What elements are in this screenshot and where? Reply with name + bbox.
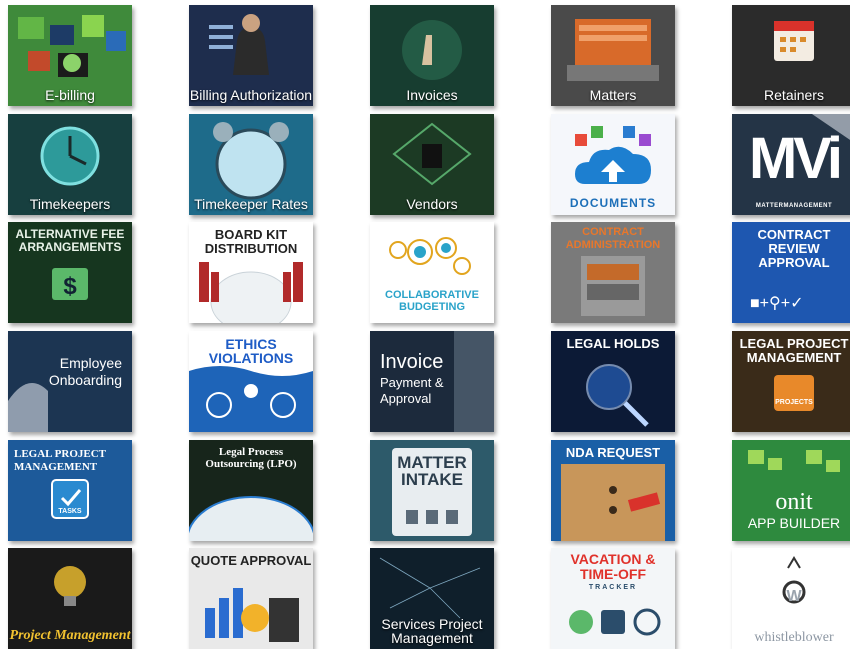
tile-contract-administration[interactable]: CONTRACT ADMINISTRATION xyxy=(551,222,675,323)
tile-caption: whistleblower xyxy=(754,630,834,645)
tile-caption: ETHICS VIOLATIONS xyxy=(208,336,294,366)
tile-quote-approval[interactable]: QUOTE APPROVAL xyxy=(189,548,313,649)
tile-caption: Employee Onboarding xyxy=(48,355,122,388)
tile-subcaption: APP BUILDER xyxy=(747,515,841,531)
tile-caption: BOARD KIT DISTRIBUTION xyxy=(204,227,298,256)
tile-vendors[interactable]: Vendors xyxy=(370,114,494,215)
tile-caption: NDA REQUEST xyxy=(565,445,661,460)
tile-logo: W xyxy=(786,588,802,605)
tile-timekeeper-rates[interactable]: Timekeeper Rates xyxy=(189,114,313,215)
tile-legal-process-outsourcing[interactable]: Legal Process Outsourcing (LPO) xyxy=(189,440,313,541)
tile-caption: Billing Authorization xyxy=(189,87,313,103)
tile-retainers[interactable]: Retainers xyxy=(732,5,850,106)
tile-subcaption: TRACKER xyxy=(588,584,638,591)
tile-caption: LEGAL PROJECT MANAGEMENT xyxy=(14,448,106,473)
tile-matter-intake[interactable]: MATTER INTAKE xyxy=(370,440,494,541)
tile-caption: MATTER INTAKE xyxy=(397,453,467,489)
tile-project-management[interactable]: Project Management xyxy=(8,548,132,649)
tile-caption: Invoices xyxy=(406,87,458,103)
tile-employee-onboarding[interactable]: Employee Onboarding xyxy=(8,331,132,432)
tile-caption: Services Project Management xyxy=(381,616,483,646)
tile-mattermanagement[interactable]: MATTERMANAGEMENT MVi xyxy=(732,114,850,215)
svg-text:$: $ xyxy=(63,273,77,300)
tile-caption: VACATION & TIME-OFF xyxy=(570,551,656,582)
tile-subcaption: Payment & Approval xyxy=(380,375,444,406)
tile-caption: Matters xyxy=(589,87,637,103)
tile-caption: QUOTE APPROVAL xyxy=(190,553,312,568)
tile-documents[interactable]: DOCUMENTS xyxy=(551,114,675,215)
tile-nda-request[interactable]: NDA REQUEST xyxy=(551,440,675,541)
tile-e-billing[interactable]: E-billing xyxy=(8,5,132,106)
tile-caption: Vendors xyxy=(406,196,458,212)
tile-caption: Retainers xyxy=(764,87,824,103)
tile-vacation-time-off-tracker[interactable]: VACATION & TIME-OFF TRACKER xyxy=(551,548,675,649)
tile-caption: Timekeepers xyxy=(29,196,111,212)
tile-caption: DOCUMENTS xyxy=(569,196,657,210)
tile-ethics-violations[interactable]: ETHICS VIOLATIONS xyxy=(189,331,313,432)
tile-onit-app-builder[interactable]: onit APP BUILDER xyxy=(732,440,850,541)
tile-contract-review-approval[interactable]: ■+⚲+✓ CONTRACT REVIEW APPROVAL xyxy=(732,222,850,323)
tile-logo: MVi xyxy=(748,126,843,191)
tile-caption: LEGAL HOLDS xyxy=(566,336,660,351)
tile-billing-authorization[interactable]: Billing Authorization xyxy=(189,5,313,106)
tile-board-kit-distribution[interactable]: BOARD KIT DISTRIBUTION xyxy=(189,222,313,323)
tile-timekeepers[interactable]: Timekeepers xyxy=(8,114,132,215)
tile-badge: TASKS xyxy=(58,508,82,515)
svg-text:■+⚲+✓: ■+⚲+✓ xyxy=(750,295,803,312)
tile-caption: LEGAL PROJECT MANAGEMENT xyxy=(739,336,849,365)
tile-caption: onit xyxy=(775,489,813,515)
tile-caption: Legal Process Outsourcing (LPO) xyxy=(205,446,297,470)
tile-invoices[interactable]: Invoices xyxy=(370,5,494,106)
tile-alternative-fee-arrangements[interactable]: $ ALTERNATIVE FEE ARRANGEMENTS xyxy=(8,222,132,323)
tile-services-project-management[interactable]: Services Project Management xyxy=(370,548,494,649)
tile-caption: CONTRACT ADMINISTRATION xyxy=(565,226,661,251)
tile-caption: Invoice xyxy=(380,351,444,373)
tile-legal-project-management-1[interactable]: LEGAL PROJECT MANAGEMENT PROJECTS xyxy=(732,331,850,432)
tile-caption: MATTERMANAGEMENT xyxy=(755,203,833,209)
tile-caption: COLLABORATIVE BUDGETING xyxy=(385,289,479,313)
tile-legal-project-management-2[interactable]: LEGAL PROJECT MANAGEMENT TASKS xyxy=(8,440,132,541)
tile-caption: E-billing xyxy=(45,87,95,103)
tile-caption: CONTRACT REVIEW APPROVAL xyxy=(757,227,831,270)
tile-legal-holds[interactable]: LEGAL HOLDS xyxy=(551,331,675,432)
tile-caption: ALTERNATIVE FEE ARRANGEMENTS xyxy=(15,227,125,254)
tile-whistleblower[interactable]: whistleblower W xyxy=(732,548,850,649)
tile-collaborative-budgeting[interactable]: COLLABORATIVE BUDGETING xyxy=(370,222,494,323)
tile-matters[interactable]: Matters xyxy=(551,5,675,106)
app-grid: E-billing Billing Authorization Invoices Ma… xyxy=(0,0,850,649)
tile-caption: Project Management xyxy=(9,628,131,643)
tile-invoice-payment-approval[interactable]: Invoice Payment & Approval xyxy=(370,331,494,432)
tile-badge: PROJECTS xyxy=(775,399,813,406)
tile-caption: Timekeeper Rates xyxy=(194,196,308,212)
